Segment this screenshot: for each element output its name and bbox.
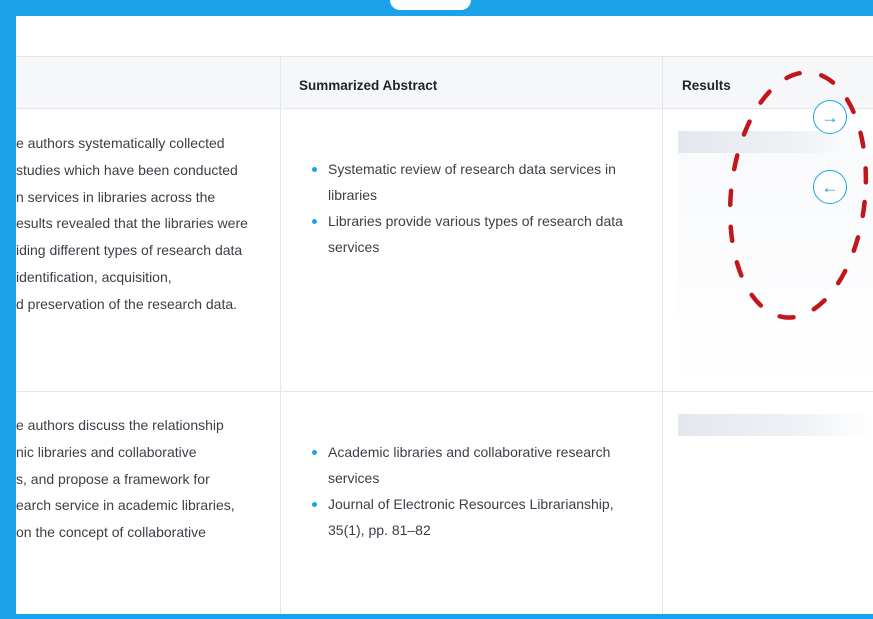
abstract-list: Systematic review of research data servi… (306, 156, 646, 260)
results-table: Summarized Abstract Results e authors sy… (16, 56, 873, 614)
abstract-item: Systematic review of research data servi… (306, 156, 646, 208)
paper-summary-cell: e authors systematically collected studi… (16, 130, 266, 318)
frame-border-bottom (16, 614, 873, 619)
abstract-item: Libraries provide various types of resea… (306, 208, 646, 260)
table-row: e authors discuss the relationship nic l… (16, 392, 873, 614)
header-results[interactable]: Results (682, 78, 731, 93)
frame-notch (390, 0, 471, 10)
paper-summary-line: s, and propose a framework for (16, 470, 210, 487)
paper-summary-line: studies which have been conducted (16, 161, 238, 178)
table-row: e authors systematically collected studi… (16, 109, 873, 392)
arrow-left-icon: ← (821, 177, 839, 197)
paper-summary-line: e authors systematically collected (16, 135, 225, 151)
abstract-item: Academic libraries and collaborative res… (306, 439, 646, 491)
paper-summary-line: on the concept of collaborative (16, 524, 206, 541)
results-loading-placeholder (678, 131, 873, 153)
abstract-list: Academic libraries and collaborative res… (306, 439, 646, 543)
paper-summary-line: e authors discuss the relationship (16, 417, 224, 433)
table-header-row: Summarized Abstract Results (16, 56, 873, 109)
frame-border-left (0, 0, 16, 619)
paper-summary-line: d preservation of the research data. (16, 295, 238, 312)
results-loading-placeholder (678, 414, 873, 436)
paper-summary-cell: e authors discuss the relationship nic l… (16, 412, 266, 546)
paper-summary-line: identification, acquisition, (16, 268, 172, 285)
paper-summary-line: earch service in academic libraries, (16, 497, 235, 514)
scroll-right-button[interactable]: → (813, 100, 847, 134)
paper-summary-line: nic libraries and collaborative (16, 443, 197, 460)
paper-summary-line: n services in libraries across the (16, 188, 216, 205)
paper-summary-line: esults revealed that the libraries were (16, 215, 248, 232)
abstract-item: Journal of Electronic Resources Libraria… (306, 491, 646, 543)
paper-summary-line: iding different types of research data (16, 242, 243, 259)
arrow-right-icon: → (821, 107, 839, 127)
header-summarized-abstract[interactable]: Summarized Abstract (299, 78, 437, 93)
scroll-left-button[interactable]: ← (813, 170, 847, 204)
screenshot-frame: Summarized Abstract Results e authors sy… (0, 0, 873, 619)
